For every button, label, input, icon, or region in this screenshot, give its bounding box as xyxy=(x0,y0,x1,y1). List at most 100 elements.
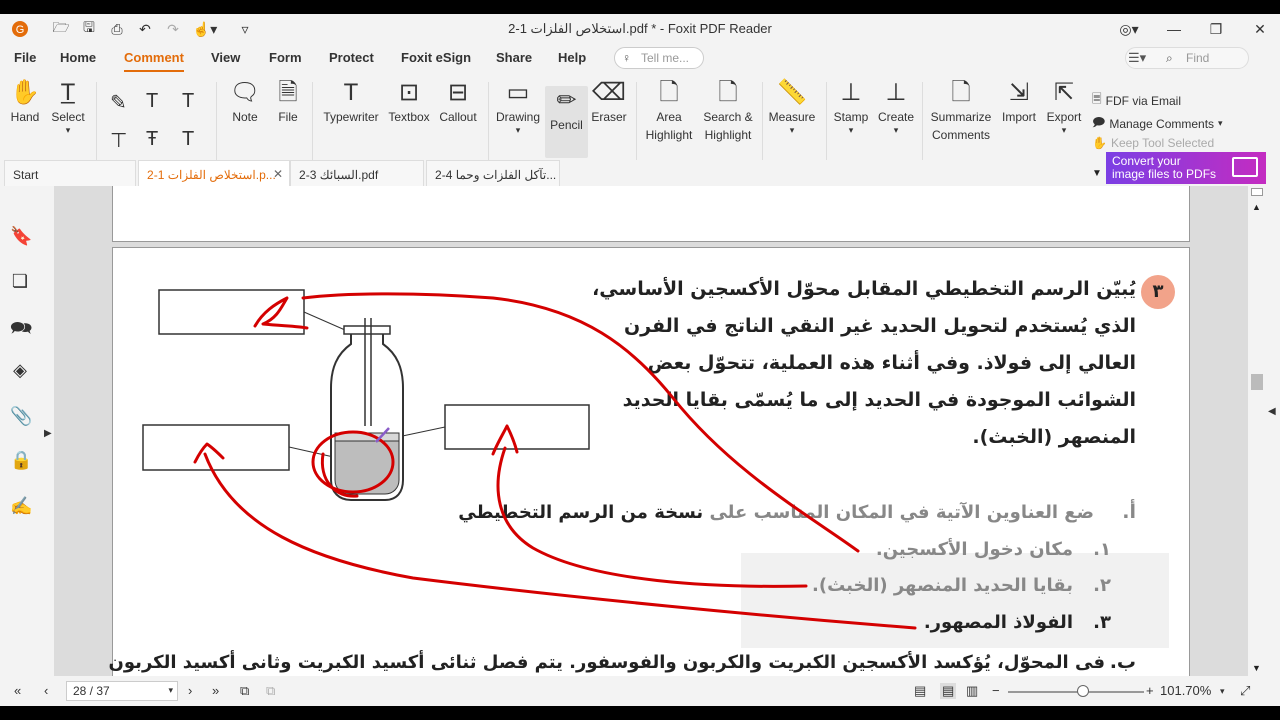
find-options-icon[interactable]: ☰▾ xyxy=(1128,50,1146,66)
pdf-page: ٣ يُبيّن الرسم التخطيطي المقابل محوّل ال… xyxy=(109,247,1190,676)
summarize-comments-button[interactable]: 🗋 Summarize Comments xyxy=(928,78,994,144)
menu-file[interactable]: File xyxy=(14,50,36,65)
attachment-icon[interactable]: 📎 xyxy=(10,406,32,426)
tab-start[interactable]: Start xyxy=(4,160,136,186)
ribbon-divider xyxy=(636,82,637,160)
scroll-up-icon[interactable]: ▲ xyxy=(1252,202,1261,212)
menu-home[interactable]: Home xyxy=(60,50,96,65)
expand-panel-icon[interactable]: ▶ xyxy=(44,428,52,439)
first-page-icon[interactable]: « xyxy=(14,683,21,698)
insert-text-icon[interactable]: T xyxy=(182,128,194,151)
annotation-circle-steel xyxy=(311,430,395,494)
signature-icon[interactable]: ✍ xyxy=(10,496,32,516)
zoom-slider-knob[interactable] xyxy=(1076,685,1089,697)
file-attachment-button[interactable]: 🗎 File xyxy=(272,78,304,126)
search-highlight-button[interactable]: 🗋 Search & Highlight xyxy=(700,78,756,144)
close-icon[interactable]: ✕ xyxy=(1250,19,1270,39)
menu-protect[interactable]: Protect xyxy=(329,50,374,65)
zoom-dropdown-icon[interactable]: ▾ xyxy=(1220,686,1225,697)
keep-tool-icon: ✋ xyxy=(1092,136,1107,150)
manage-comments-button[interactable]: 🗩 Manage Comments ▾ xyxy=(1092,113,1223,134)
stamp-button[interactable]: ⊥ Stamp ▾ xyxy=(830,78,872,135)
measure-button[interactable]: 📏 Measure ▾ xyxy=(766,78,818,135)
minimize-icon[interactable]: — xyxy=(1164,19,1184,39)
area-highlight-button[interactable]: 🗋 Area Highlight xyxy=(640,78,698,144)
highlight-icon[interactable]: ✎ xyxy=(110,90,127,115)
previous-page-icon[interactable]: ‹ xyxy=(44,683,48,698)
pencil-button[interactable]: ✏ Pencil xyxy=(545,86,588,158)
menu-comment[interactable]: Comment xyxy=(124,50,184,72)
convert-promo-banner[interactable]: Convert your image files to PDFs xyxy=(1106,152,1266,184)
create-stamp-icon: ⊥ xyxy=(885,79,907,106)
security-icon[interactable]: 🔒 xyxy=(10,450,32,470)
menu-form[interactable]: Form xyxy=(269,50,302,65)
eraser-button[interactable]: ⌫ Eraser xyxy=(590,78,628,126)
close-tab-icon[interactable]: ✕ xyxy=(273,167,283,181)
layers-icon[interactable]: ◈ xyxy=(10,360,30,380)
scroll-down-icon[interactable]: ▼ xyxy=(1252,663,1261,673)
menu-help[interactable]: Help xyxy=(558,50,586,65)
left-navigation-panel: 🔖 ❏ 🗪 ◈ 📎 🔒 ✍ xyxy=(0,186,40,676)
manage-comments-icon: 🗩 xyxy=(1092,115,1106,129)
export-button[interactable]: ⇱ Export ▾ xyxy=(1044,78,1084,135)
textbox-button[interactable]: ⊡ Textbox xyxy=(386,78,432,126)
select-tool-button[interactable]: T̲ Select ▾ xyxy=(48,78,88,135)
callout-button[interactable]: ⊟ Callout xyxy=(436,78,480,126)
last-page-icon[interactable]: » xyxy=(212,683,219,698)
zoom-level[interactable]: 101.70% xyxy=(1160,683,1211,698)
fdf-via-email-button[interactable]: 🗏 FDF via Email xyxy=(1092,90,1181,111)
vertical-scrollbar[interactable]: ▲ ▼ xyxy=(1248,186,1266,676)
export-icon: ⇱ xyxy=(1053,79,1075,106)
insert-page-icon[interactable]: ⧉ xyxy=(266,683,275,699)
document-view[interactable]: ٣ يُبيّن الرسم التخطيطي المقابل محوّل ال… xyxy=(54,186,1248,676)
callout-icon: ⊟ xyxy=(447,79,469,106)
annotation-slag-arrow xyxy=(496,446,808,588)
replace-text-icon[interactable]: Ŧ xyxy=(146,128,158,151)
rectangle-icon: ▭ xyxy=(506,79,530,106)
tab-document-3[interactable]: تآكل الفلزات وحما 4-2... xyxy=(426,160,560,186)
tab-document-2[interactable]: السبائك 3-2.pdf xyxy=(290,160,424,186)
continuous-page-icon[interactable]: ▤ xyxy=(940,683,957,699)
restore-icon[interactable]: ❐ xyxy=(1206,19,1226,39)
keep-tool-selected-button[interactable]: ✋ Keep Tool Selected xyxy=(1092,136,1214,150)
drawing-button[interactable]: ▭ Drawing ▾ xyxy=(494,78,542,135)
zoom-slider[interactable] xyxy=(1008,691,1144,693)
email-icon: 🗏 xyxy=(1092,92,1102,106)
tab-document-1[interactable]: استخلاص الفلزات 1-2.p... ✕ xyxy=(138,160,290,186)
zoom-in-icon[interactable]: + xyxy=(1146,683,1154,698)
document-tabs: Start استخلاص الفلزات 1-2.p... ✕ السبائك … xyxy=(0,160,1280,186)
fullscreen-icon[interactable]: ⤢ xyxy=(1240,683,1250,699)
facing-page-icon[interactable]: ▥ xyxy=(966,683,978,699)
scrollbar-thumb[interactable] xyxy=(1251,374,1263,390)
tab-list-dropdown-icon[interactable]: ▼ xyxy=(1092,168,1102,179)
squiggly-icon[interactable]: ⊤ xyxy=(110,128,127,153)
create-stamp-button[interactable]: ⊥ Create ▾ xyxy=(876,78,916,135)
bookmark-icon[interactable]: 🔖 xyxy=(10,226,32,246)
hand-tool-button[interactable]: ✋ Hand xyxy=(6,78,44,126)
next-page-icon[interactable]: › xyxy=(188,683,192,698)
zoom-out-icon[interactable]: − xyxy=(992,683,1000,698)
single-page-icon[interactable]: ▤ xyxy=(914,683,926,699)
summarize-icon: 🗋 xyxy=(951,79,971,106)
typewriter-button[interactable]: T Typewriter xyxy=(320,78,382,126)
search-highlight-icon: 🗋 xyxy=(718,79,738,106)
split-view-icon[interactable] xyxy=(1251,188,1263,196)
note-button[interactable]: 🗨 Note xyxy=(228,78,262,126)
foxit-window: G 🗁 🖫 ⎙ ↶ ↷ ☝▾ ▿ استخلاص الفلزات 1-2.pdf… xyxy=(0,14,1280,706)
account-icon[interactable]: ◎▾ xyxy=(1112,19,1146,39)
import-button[interactable]: ⇲ Import xyxy=(998,78,1040,126)
collapse-right-panel-icon[interactable]: ◀ xyxy=(1268,406,1276,417)
extract-page-icon[interactable]: ⧉ xyxy=(240,683,249,699)
pages-icon[interactable]: ❏ xyxy=(10,271,30,291)
page-number-input[interactable]: 28 / 37 ▾ xyxy=(66,681,178,701)
tell-me-input[interactable]: ♀ Tell me... xyxy=(614,47,704,69)
menu-view[interactable]: View xyxy=(211,50,240,65)
menu-foxit-esign[interactable]: Foxit eSign xyxy=(401,50,471,65)
pencil-icon: ✏ xyxy=(556,87,577,114)
strikeout-icon[interactable]: T xyxy=(182,90,194,113)
eraser-icon: ⌫ xyxy=(592,79,626,106)
find-input[interactable]: ☰▾ ⌕ Find xyxy=(1125,47,1249,69)
comments-icon[interactable]: 🗪 xyxy=(10,316,32,338)
menu-share[interactable]: Share xyxy=(496,50,532,65)
underline-icon[interactable]: T xyxy=(146,90,158,113)
